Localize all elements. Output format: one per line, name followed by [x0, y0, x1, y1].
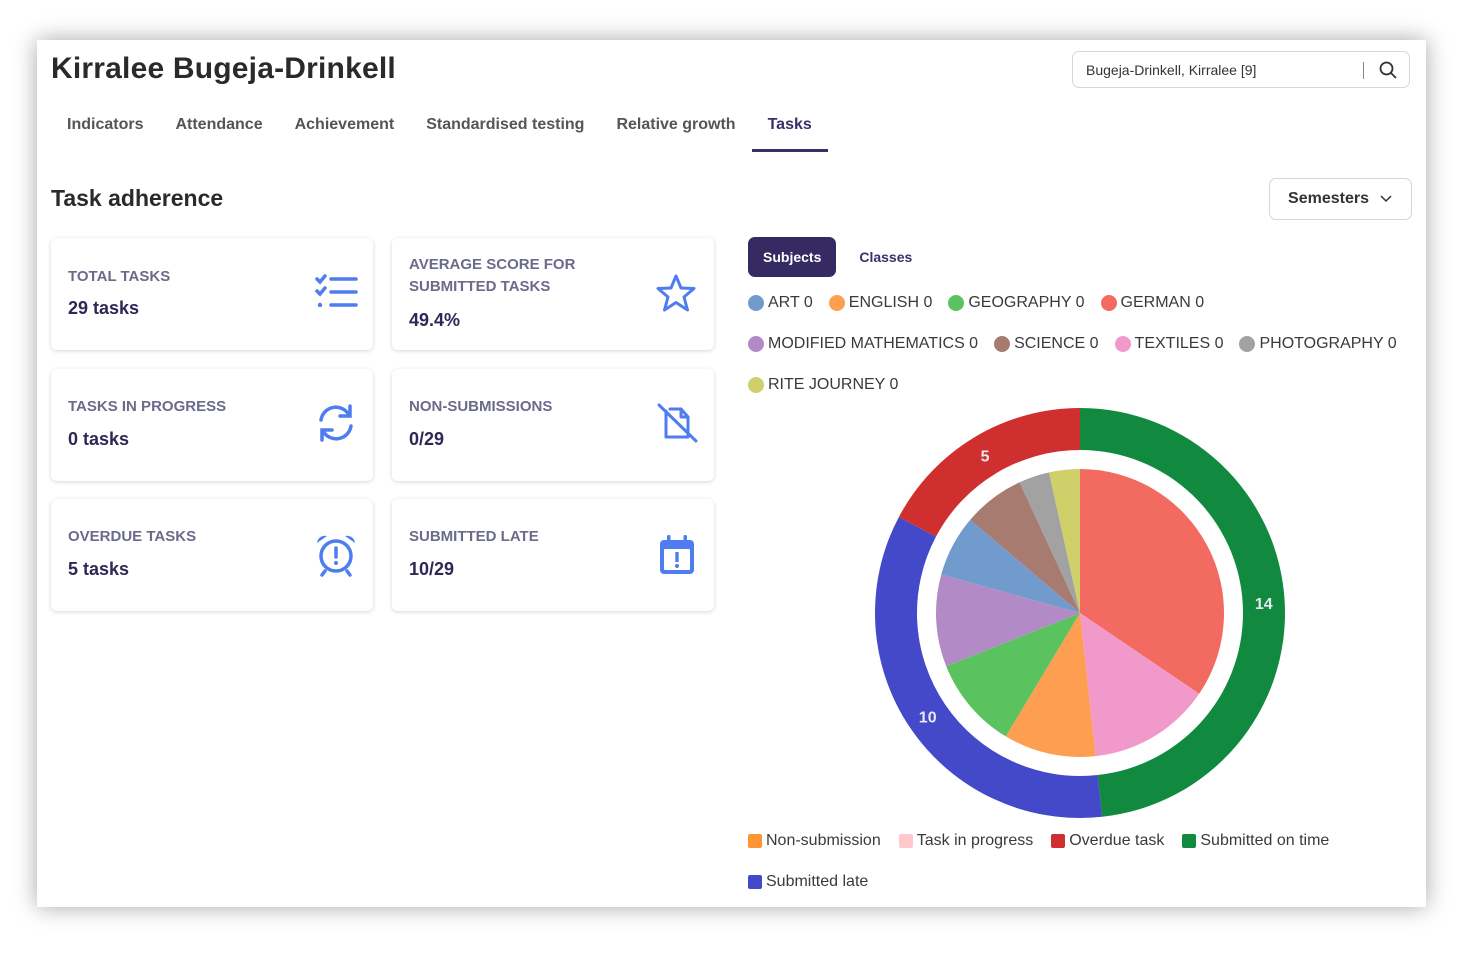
legend-label: Submitted on time	[1200, 832, 1330, 849]
legend-item[interactable]: SCIENCE 0	[994, 333, 1099, 355]
legend-label: Submitted late	[766, 873, 869, 890]
legend-swatch	[748, 377, 764, 393]
chevron-down-icon	[1379, 190, 1393, 208]
legend-label: Task in progress	[916, 832, 1034, 849]
legend-item[interactable]: Submitted on time	[1182, 830, 1329, 852]
tab-indicators[interactable]: Indicators	[67, 116, 159, 152]
legend-item[interactable]: Task in progress	[898, 830, 1034, 852]
chart-group-toggle: Subjects Classes	[748, 237, 927, 277]
period-select-value: Semesters	[1288, 190, 1369, 207]
toggle-classes[interactable]: Classes	[844, 237, 927, 277]
file-off-icon	[656, 403, 698, 448]
legend-label: TEXTILES 0	[1134, 335, 1224, 352]
legend-item[interactable]: ENGLISH 0	[828, 292, 933, 314]
search-input[interactable]: Bugeja-Drinkell, Kirralee [9]	[1086, 62, 1256, 78]
task-pie-chart: 14 10 5	[875, 408, 1286, 818]
legend-swatch	[748, 336, 764, 352]
slice-label: 5	[981, 448, 990, 465]
legend-swatch	[898, 834, 913, 848]
tab-relative-growth[interactable]: Relative growth	[600, 116, 751, 152]
legend-label: Non-submission	[766, 832, 881, 849]
tab-standardised-testing[interactable]: Standardised testing	[410, 116, 600, 152]
legend-label: GERMAN 0	[1120, 294, 1205, 311]
slice-label: 10	[919, 709, 937, 726]
card-value: 0 tasks	[68, 429, 130, 449]
student-search[interactable]: Bugeja-Drinkell, Kirralee [9]	[1072, 51, 1410, 88]
card-label: TOTAL TASKS	[68, 268, 171, 285]
legend-swatch	[1100, 295, 1117, 311]
card-non-submissions: NON-SUBMISSIONS 0/29	[392, 369, 714, 481]
star-icon	[656, 274, 696, 317]
legend-label: GEOGRAPHY 0	[968, 294, 1085, 311]
legend-item[interactable]: Non-submission	[748, 830, 881, 852]
card-total-tasks: TOTAL TASKS 29 tasks	[51, 238, 373, 350]
legend-label: Overdue task	[1069, 832, 1165, 849]
card-label: AVERAGE SCORE FOR SUBMITTED TASKS	[409, 256, 576, 295]
subject-legend: ART 0 ENGLISH 0 GEOGRAPHY 0 GERMAN 0 MODIFIE…	[748, 292, 1428, 396]
calendar-alert-icon	[658, 533, 696, 582]
alarm-clock-icon	[315, 533, 357, 582]
legend-item[interactable]: TEXTILES 0	[1114, 333, 1224, 355]
legend-label: ART 0	[768, 294, 813, 311]
legend-swatch	[994, 336, 1011, 352]
legend-swatch	[1182, 834, 1197, 848]
legend-label: ENGLISH 0	[848, 294, 933, 311]
legend-swatch	[1051, 834, 1066, 848]
card-value: 10/29	[409, 559, 455, 579]
refresh-icon	[315, 403, 357, 448]
card-label: SUBMITTED LATE	[409, 528, 539, 545]
page-title: Kirralee Bugeja-Drinkell	[51, 52, 396, 85]
card-submitted-late: SUBMITTED LATE 10/29	[392, 499, 714, 611]
legend-label: PHOTOGRAPHY 0	[1259, 335, 1397, 352]
legend-swatch	[748, 834, 762, 848]
card-value: 49.4%	[409, 310, 461, 330]
student-profile-window: Kirralee Bugeja-Drinkell Bugeja-Drinkell…	[37, 40, 1426, 907]
card-tasks-in-progress: TASKS IN PROGRESS 0 tasks	[51, 369, 373, 481]
profile-tabs: Indicators Attendance Achievement Standa…	[67, 116, 828, 152]
tab-attendance[interactable]: Attendance	[159, 116, 278, 152]
card-value: 0/29	[409, 429, 445, 449]
card-label: NON-SUBMISSIONS	[409, 398, 553, 415]
card-label: TASKS IN PROGRESS	[68, 398, 227, 415]
legend-label: RITE JOURNEY 0	[768, 376, 899, 393]
card-value: 5 tasks	[68, 559, 130, 579]
legend-label: SCIENCE 0	[1014, 335, 1099, 352]
legend-item[interactable]: Overdue task	[1051, 830, 1164, 852]
legend-swatch	[948, 295, 965, 311]
legend-swatch	[1114, 336, 1131, 352]
card-value: 29 tasks	[68, 298, 140, 318]
legend-swatch	[828, 295, 845, 311]
card-average-score: AVERAGE SCORE FOR SUBMITTED TASKS 49.4%	[392, 238, 714, 350]
card-overdue-tasks: OVERDUE TASKS 5 tasks	[51, 499, 373, 611]
checklist-icon	[315, 274, 359, 315]
search-icon[interactable]	[1378, 60, 1398, 85]
legend-item[interactable]: PHOTOGRAPHY 0	[1239, 333, 1397, 355]
legend-item[interactable]: RITE JOURNEY 0	[748, 374, 898, 396]
section-title: Task adherence	[51, 185, 224, 211]
legend-item[interactable]: GERMAN 0	[1100, 292, 1205, 314]
legend-item[interactable]: MODIFIED MATHEMATICS 0	[748, 333, 978, 355]
legend-swatch	[748, 875, 762, 889]
tab-tasks[interactable]: Tasks	[751, 116, 828, 152]
legend-item[interactable]: Submitted late	[748, 871, 868, 893]
legend-item[interactable]: ART 0	[748, 292, 813, 314]
legend-label: MODIFIED MATHEMATICS 0	[768, 335, 979, 352]
divider	[1363, 62, 1364, 79]
legend-item[interactable]: GEOGRAPHY 0	[948, 292, 1085, 314]
toggle-subjects[interactable]: Subjects	[748, 237, 837, 277]
slice-label: 14	[1255, 596, 1273, 613]
period-select[interactable]: Semesters	[1269, 178, 1412, 220]
legend-swatch	[1239, 336, 1256, 352]
status-legend: Non-submission Task in progress Overdue ta…	[748, 830, 1428, 893]
tab-achievement[interactable]: Achievement	[279, 116, 411, 152]
legend-swatch	[748, 295, 764, 311]
card-label: OVERDUE TASKS	[68, 528, 197, 545]
